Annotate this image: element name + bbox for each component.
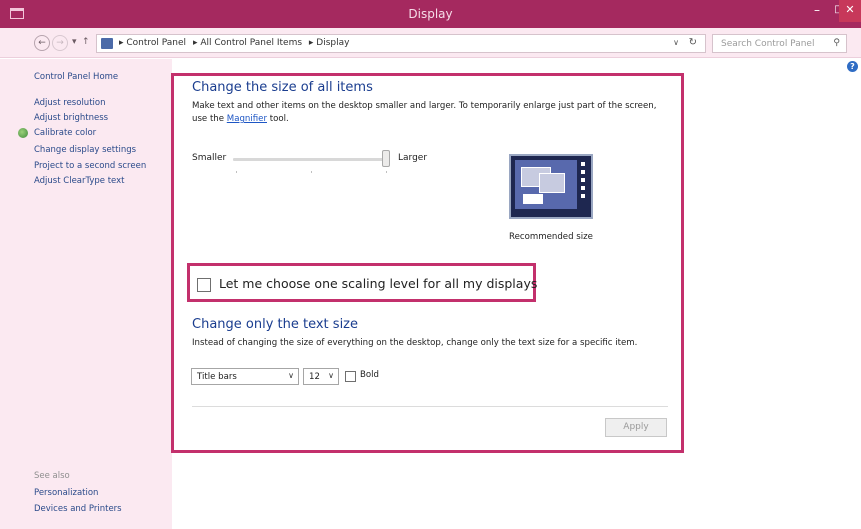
chevron-down-icon: ∨	[328, 371, 334, 380]
sidebar-item-devices-printers[interactable]: Devices and Printers	[34, 504, 122, 514]
font-size-select-value: 12	[309, 372, 320, 382]
divider	[192, 406, 668, 407]
search-input[interactable]: Search Control Panel ⚲	[712, 34, 847, 53]
bold-label[interactable]: Bold	[360, 370, 379, 380]
slider-min-label: Smaller	[192, 153, 227, 163]
address-dropdown-icon[interactable]: ∨	[673, 38, 679, 47]
search-icon[interactable]: ⚲	[833, 38, 840, 48]
chevron-down-icon: ∨	[288, 371, 294, 380]
text-size-description: Instead of changing the size of everythi…	[192, 338, 638, 348]
sidebar-item-adjust-resolution[interactable]: Adjust resolution	[34, 98, 105, 108]
window-title: Display	[408, 7, 453, 21]
title-bar: Display – □ ✕	[0, 0, 861, 28]
breadcrumb: ▸ Control Panel ▸ All Control Panel Item…	[119, 38, 353, 48]
breadcrumb-control-panel[interactable]: ▸ Control Panel	[119, 38, 186, 48]
apply-button[interactable]: Apply	[605, 418, 667, 437]
magnifier-link[interactable]: Magnifier	[227, 114, 267, 124]
sidebar-item-adjust-cleartype[interactable]: Adjust ClearType text	[34, 176, 125, 186]
sidebar-item-project-second-screen[interactable]: Project to a second screen	[34, 161, 146, 171]
preview-screen	[515, 160, 577, 209]
preview-sidebar	[581, 162, 587, 206]
sidebar-item-adjust-brightness[interactable]: Adjust brightness	[34, 113, 108, 123]
help-icon[interactable]: ?	[847, 61, 858, 72]
navigation-bar: ← → ▾ ↑ ▸ Control Panel ▸ All Control Pa…	[0, 28, 861, 58]
section-title-text-size: Change only the text size	[192, 317, 358, 332]
font-size-select[interactable]: 12 ∨	[303, 368, 339, 385]
breadcrumb-display[interactable]: ▸ Display	[309, 38, 350, 48]
display-preview-image	[509, 154, 593, 219]
control-panel-icon	[101, 38, 113, 49]
search-placeholder: Search Control Panel	[721, 39, 815, 49]
recent-locations-dropdown[interactable]: ▾	[72, 37, 77, 47]
see-also-heading: See also	[34, 471, 70, 481]
minimize-button[interactable]: –	[806, 0, 828, 22]
scaling-level-checkbox[interactable]	[197, 278, 211, 292]
close-button[interactable]: ✕	[839, 0, 861, 22]
preview-caption: Recommended size	[509, 232, 593, 242]
breadcrumb-all-items[interactable]: ▸ All Control Panel Items	[193, 38, 302, 48]
text-item-select-value: Title bars	[197, 372, 237, 382]
scaling-level-label[interactable]: Let me choose one scaling level for all …	[219, 276, 537, 291]
address-bar[interactable]: ▸ Control Panel ▸ All Control Panel Item…	[96, 34, 706, 53]
refresh-icon[interactable]: ↻	[689, 37, 697, 48]
forward-button[interactable]: →	[52, 35, 68, 51]
slider-tick	[386, 171, 387, 173]
slider-max-label: Larger	[398, 153, 428, 163]
preview-window	[539, 173, 565, 193]
back-button[interactable]: ←	[34, 35, 50, 51]
slider-tick	[236, 171, 237, 173]
size-slider-thumb[interactable]	[382, 150, 390, 167]
section-title-size: Change the size of all items	[192, 80, 373, 95]
sidebar-item-personalization[interactable]: Personalization	[34, 488, 98, 498]
bold-checkbox[interactable]	[345, 371, 356, 382]
size-slider-track[interactable]	[233, 158, 388, 161]
preview-window	[523, 194, 543, 204]
size-description: Make text and other items on the desktop…	[192, 100, 672, 126]
text-item-select[interactable]: Title bars ∨	[191, 368, 299, 385]
sidebar-item-change-display-settings[interactable]: Change display settings	[34, 145, 136, 155]
size-description-end: tool.	[267, 114, 289, 124]
calibrate-color-icon	[18, 128, 28, 138]
up-button[interactable]: ↑	[82, 37, 90, 47]
sidebar-item-calibrate-color[interactable]: Calibrate color	[34, 128, 96, 138]
sidebar-item-control-panel-home[interactable]: Control Panel Home	[34, 72, 118, 82]
slider-tick	[311, 171, 312, 173]
